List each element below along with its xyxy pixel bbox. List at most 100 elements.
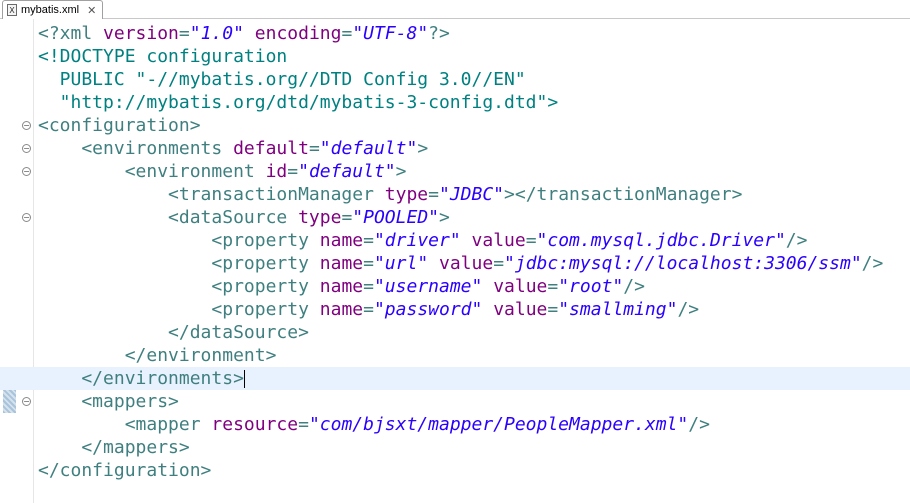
code-token: <property: [38, 230, 320, 251]
code-token: =: [363, 299, 374, 320]
code-area[interactable]: <?xml version="1.0" encoding="UTF-8"?> <!…: [0, 22, 910, 482]
close-icon[interactable]: ✕: [87, 4, 96, 17]
code-line[interactable]: − <dataSource type="POOLED">: [0, 206, 910, 229]
text-cursor: [243, 370, 245, 388]
code-token: =: [428, 184, 439, 205]
code-token: "root": [558, 276, 624, 297]
code-token: />: [688, 414, 710, 435]
code-token: </dataSource>: [38, 322, 309, 343]
code-token: value: [439, 253, 494, 274]
code-token: />: [785, 230, 808, 251]
code-line[interactable]: − <mappers>: [0, 390, 910, 413]
code-token: =: [308, 138, 320, 159]
code-line[interactable]: <transactionManager type="JDBC"></transa…: [0, 183, 910, 206]
code-token: <property: [38, 299, 320, 320]
fold-toggle-icon[interactable]: −: [22, 167, 31, 176]
code-token: "com.mysql.jdbc.Driver": [536, 230, 786, 251]
code-token: >: [395, 161, 407, 182]
fold-toggle-icon[interactable]: −: [22, 121, 31, 130]
code-token: "com/bjsxt/mapper/PeopleMapper.xml": [308, 414, 689, 435]
code-token: />: [623, 276, 645, 297]
code-token: <property: [38, 253, 320, 274]
code-line[interactable]: − <environments default="default">: [0, 137, 910, 160]
code-token: "POOLED": [352, 207, 439, 228]
code-line[interactable]: PUBLIC "-//mybatis.org//DTD Config 3.0//…: [0, 68, 910, 91]
code-token: <mapper: [38, 414, 212, 435]
code-token: =: [341, 207, 353, 228]
tab-mybatis-xml[interactable]: X mybatis.xml ✕: [2, 0, 104, 19]
code-token: =: [547, 276, 559, 297]
code-token: id: [265, 161, 288, 182]
code-token: <transactionManager: [38, 184, 385, 205]
code-token: ></transactionManager>: [504, 184, 743, 205]
code-token: <dataSource: [38, 207, 299, 228]
code-token: "driver": [373, 230, 461, 251]
code-token: <?xml: [38, 23, 104, 44]
code-token: >: [439, 207, 450, 228]
code-token: </environments>: [38, 368, 244, 389]
code-line[interactable]: <property name="password" value="smallmi…: [0, 298, 910, 321]
code-token: "url": [373, 253, 429, 274]
code-token: </configuration>: [38, 460, 212, 481]
code-token: "default": [298, 161, 396, 182]
editor-window: X mybatis.xml ✕ <?xml version="1.0" enco…: [0, 0, 910, 503]
code-token: =: [493, 253, 505, 274]
code-token: "JDBC": [438, 184, 505, 205]
code-token: "username": [373, 276, 483, 297]
code-token: "default": [319, 138, 418, 159]
code-token: "jdbc:mysql://localhost:3306/ssm": [504, 253, 862, 274]
code-line[interactable]: <property name="url" value="jdbc:mysql:/…: [0, 252, 910, 275]
code-token: resource: [211, 414, 299, 435]
code-line[interactable]: </environment>: [0, 344, 910, 367]
code-token: "1.0": [189, 23, 244, 44]
fold-toggle-icon[interactable]: −: [22, 397, 31, 406]
code-token: "password": [373, 299, 483, 320]
code-token: =: [178, 23, 190, 44]
code-line[interactable]: − <configuration>: [0, 114, 910, 137]
code-token: =: [547, 299, 559, 320]
code-line[interactable]: "http://mybatis.org/dtd/mybatis-3-config…: [0, 91, 910, 114]
code-token: "UTF-8": [352, 23, 429, 44]
code-line[interactable]: <?xml version="1.0" encoding="UTF-8"?>: [0, 22, 910, 45]
code-token: PUBLIC "-//mybatis.org//DTD Config 3.0//…: [38, 69, 526, 90]
code-token: =: [363, 230, 374, 251]
fold-toggle-icon[interactable]: −: [22, 144, 31, 153]
code-token: <!DOCTYPE configuration: [38, 46, 288, 67]
code-line[interactable]: <mapper resource="com/bjsxt/mapper/Peopl…: [0, 413, 910, 436]
code-line[interactable]: </mappers>: [0, 436, 910, 459]
code-token: =: [525, 230, 537, 251]
code-token: encoding: [254, 23, 342, 44]
code-token: type: [384, 184, 429, 205]
code-token: value: [471, 230, 526, 251]
code-line[interactable]: <property name="username" value="root"/>: [0, 275, 910, 298]
code-token: />: [861, 253, 884, 274]
code-token: value: [493, 299, 548, 320]
code-token: <environments: [38, 138, 234, 159]
code-token: "http://mybatis.org/dtd/mybatis-3-config…: [38, 92, 559, 113]
code-line[interactable]: </environments>: [0, 367, 910, 390]
code-token: </environment>: [38, 345, 277, 366]
code-token: <configuration>: [38, 115, 201, 136]
code-line[interactable]: </dataSource>: [0, 321, 910, 344]
code-token: <property: [38, 276, 320, 297]
xml-file-icon: X: [7, 4, 17, 16]
code-token: =: [287, 161, 299, 182]
code-token: =: [363, 253, 374, 274]
code-token: >: [417, 138, 429, 159]
code-token: name: [319, 276, 364, 297]
tab-title: mybatis.xml: [21, 4, 80, 16]
code-token: version: [103, 23, 179, 44]
fold-toggle-icon[interactable]: −: [22, 213, 31, 222]
code-token: =: [298, 414, 309, 435]
code-line[interactable]: <property name="driver" value="com.mysql…: [0, 229, 910, 252]
code-token: type: [298, 207, 342, 228]
code-token: </mappers>: [38, 437, 190, 458]
code-line[interactable]: − <environment id="default">: [0, 160, 910, 183]
code-line[interactable]: <!DOCTYPE configuration: [0, 45, 910, 68]
code-line[interactable]: </configuration>: [0, 459, 910, 482]
